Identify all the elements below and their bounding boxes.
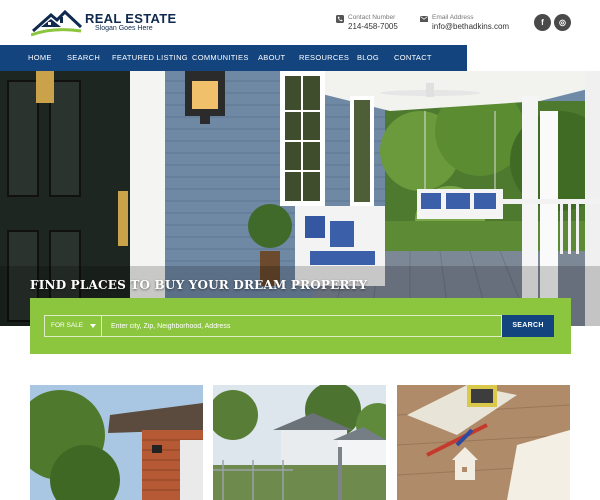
property-search-bar: FOR SALE SEARCH [30, 298, 571, 354]
nav-item-search[interactable]: SEARCH [67, 45, 100, 71]
logo-slogan: Slogan Goes Here [95, 25, 153, 32]
nav-item-communities[interactable]: COMMUNITIES [192, 45, 249, 71]
listing-type-select[interactable]: FOR SALE [44, 315, 102, 337]
chevron-down-icon [90, 324, 96, 328]
suburban-houses-photo [213, 385, 386, 500]
hero-title: FIND PLACES TO BUY YOUR DREAM PROPERTY [30, 278, 368, 292]
contact-email-value: info@bethadkins.com [432, 22, 510, 31]
location-search-input[interactable] [102, 315, 502, 337]
contact-email-label: Email Address [432, 14, 474, 21]
house-logo-icon [31, 9, 83, 37]
phone-icon [336, 15, 344, 23]
site-logo[interactable]: REAL ESTATE Slogan Goes Here [31, 7, 176, 37]
house-model-blueprint-photo [397, 385, 570, 500]
contact-email[interactable]: Email Address info@bethadkins.com [420, 14, 520, 34]
nav-edge-decoration [447, 45, 467, 71]
site-header: REAL ESTATE Slogan Goes Here Contact Num… [0, 0, 600, 45]
envelope-icon [420, 16, 428, 22]
listing-card-1[interactable] [30, 385, 203, 500]
nav-item-blog[interactable]: BLOG [357, 45, 379, 71]
instagram-icon[interactable]: ◎ [554, 14, 571, 31]
nav-item-featured-listing[interactable]: FEATURED LISTING [112, 45, 188, 71]
nav-item-contact[interactable]: CONTACT [394, 45, 432, 71]
nav-item-home[interactable]: HOME [28, 45, 52, 71]
listing-type-value: FOR SALE [51, 322, 84, 329]
contact-phone[interactable]: Contact Number 214-458-7005 [336, 14, 416, 34]
nav-item-about[interactable]: ABOUT [258, 45, 285, 71]
contact-phone-value: 214-458-7005 [348, 22, 398, 31]
search-button[interactable]: SEARCH [502, 315, 554, 337]
nav-item-resources[interactable]: RESOURCES [299, 45, 349, 71]
contact-phone-label: Contact Number [348, 14, 396, 21]
listing-card-2[interactable] [213, 385, 386, 500]
logo-title: REAL ESTATE [85, 11, 177, 26]
main-nav: HOME SEARCH FEATURED LISTING COMMUNITIES… [0, 45, 467, 71]
hero-banner: FIND PLACES TO BUY YOUR DREAM PROPERTY [0, 71, 600, 326]
facebook-icon[interactable]: f [534, 14, 551, 31]
brick-house-photo [30, 385, 203, 500]
listing-card-3[interactable] [397, 385, 570, 500]
